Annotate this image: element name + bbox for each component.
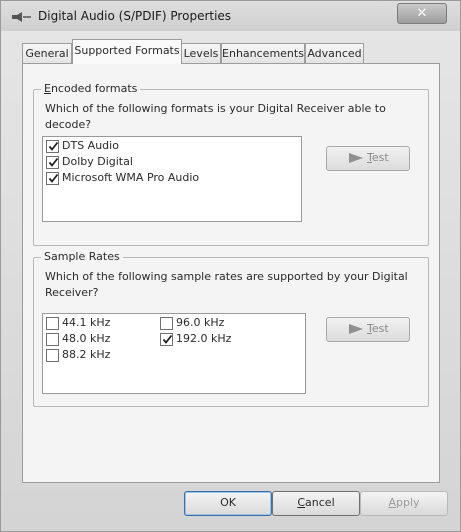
checkbox-dolby-digital[interactable] — [46, 156, 59, 169]
close-icon: ✕ — [416, 6, 428, 21]
checkbox-dts-audio[interactable] — [46, 140, 59, 153]
apply-button[interactable]: Apply — [360, 491, 448, 516]
close-button[interactable]: ✕ — [397, 3, 447, 24]
properties-dialog: Digital Audio (S/PDIF) Properties ✕ Gene… — [0, 0, 461, 532]
checkbox-88-2[interactable] — [46, 349, 59, 362]
encoded-test-button[interactable]: Test — [326, 146, 410, 171]
rate-label: 88.2 kHz — [62, 348, 111, 361]
rate-label: 44.1 kHz — [62, 316, 111, 329]
checkbox-192-0[interactable] — [160, 333, 173, 346]
test-label: Test — [367, 322, 389, 335]
checkbox-44-1[interactable] — [46, 317, 59, 330]
checkbox-96-0[interactable] — [160, 317, 173, 330]
format-label: DTS Audio — [62, 139, 119, 152]
supported-formats-panel: Encoded formats Which of the following f… — [22, 63, 440, 483]
title-bar: Digital Audio (S/PDIF) Properties ✕ — [1, 1, 460, 31]
rate-label: 192.0 kHz — [176, 332, 232, 345]
rate-label: 48.0 kHz — [62, 332, 111, 345]
sample-rates-legend: Sample Rates — [41, 250, 123, 263]
tab-enhancements[interactable]: Enhancements — [221, 43, 305, 63]
tab-general[interactable]: General — [22, 43, 72, 63]
play-icon — [349, 324, 363, 334]
encoded-formats-question: Which of the following formats is your D… — [45, 102, 386, 131]
format-label: Dolby Digital — [62, 155, 133, 168]
checkmark-icon — [48, 141, 59, 151]
encoded-formats-legend: Encoded formats — [41, 82, 141, 95]
encoded-formats-list: DTS Audio Dolby Digital Microsoft WMA Pr… — [42, 136, 302, 222]
speaker-icon — [12, 12, 31, 22]
checkmark-icon — [48, 173, 59, 183]
window-title: Digital Audio (S/PDIF) Properties — [38, 9, 232, 23]
checkbox-wma-pro[interactable] — [46, 172, 59, 185]
checkmark-icon — [48, 157, 59, 167]
checkbox-48-0[interactable] — [46, 333, 59, 346]
rate-label: 96.0 kHz — [176, 316, 225, 329]
sample-rates-group: Sample Rates Which of the following samp… — [33, 250, 429, 407]
cancel-button[interactable]: Cancel — [272, 491, 360, 516]
sample-rates-list: 44.1 kHz 48.0 kHz 88.2 kHz 96.0 kHz 192.… — [42, 313, 306, 394]
sample-rates-question: Which of the following sample rates are … — [45, 270, 408, 299]
ok-button[interactable]: OK — [184, 491, 272, 516]
tab-supported-formats[interactable]: Supported Formats — [72, 39, 182, 64]
play-icon — [349, 153, 363, 163]
sample-rate-test-button[interactable]: Test — [326, 317, 410, 342]
tab-levels[interactable]: Levels — [181, 43, 221, 63]
encoded-formats-group: Encoded formats Which of the following f… — [33, 82, 429, 246]
test-label: Test — [367, 151, 389, 164]
format-label: Microsoft WMA Pro Audio — [62, 171, 200, 184]
checkmark-icon — [162, 334, 173, 344]
tab-advanced[interactable]: Advanced — [305, 43, 364, 63]
